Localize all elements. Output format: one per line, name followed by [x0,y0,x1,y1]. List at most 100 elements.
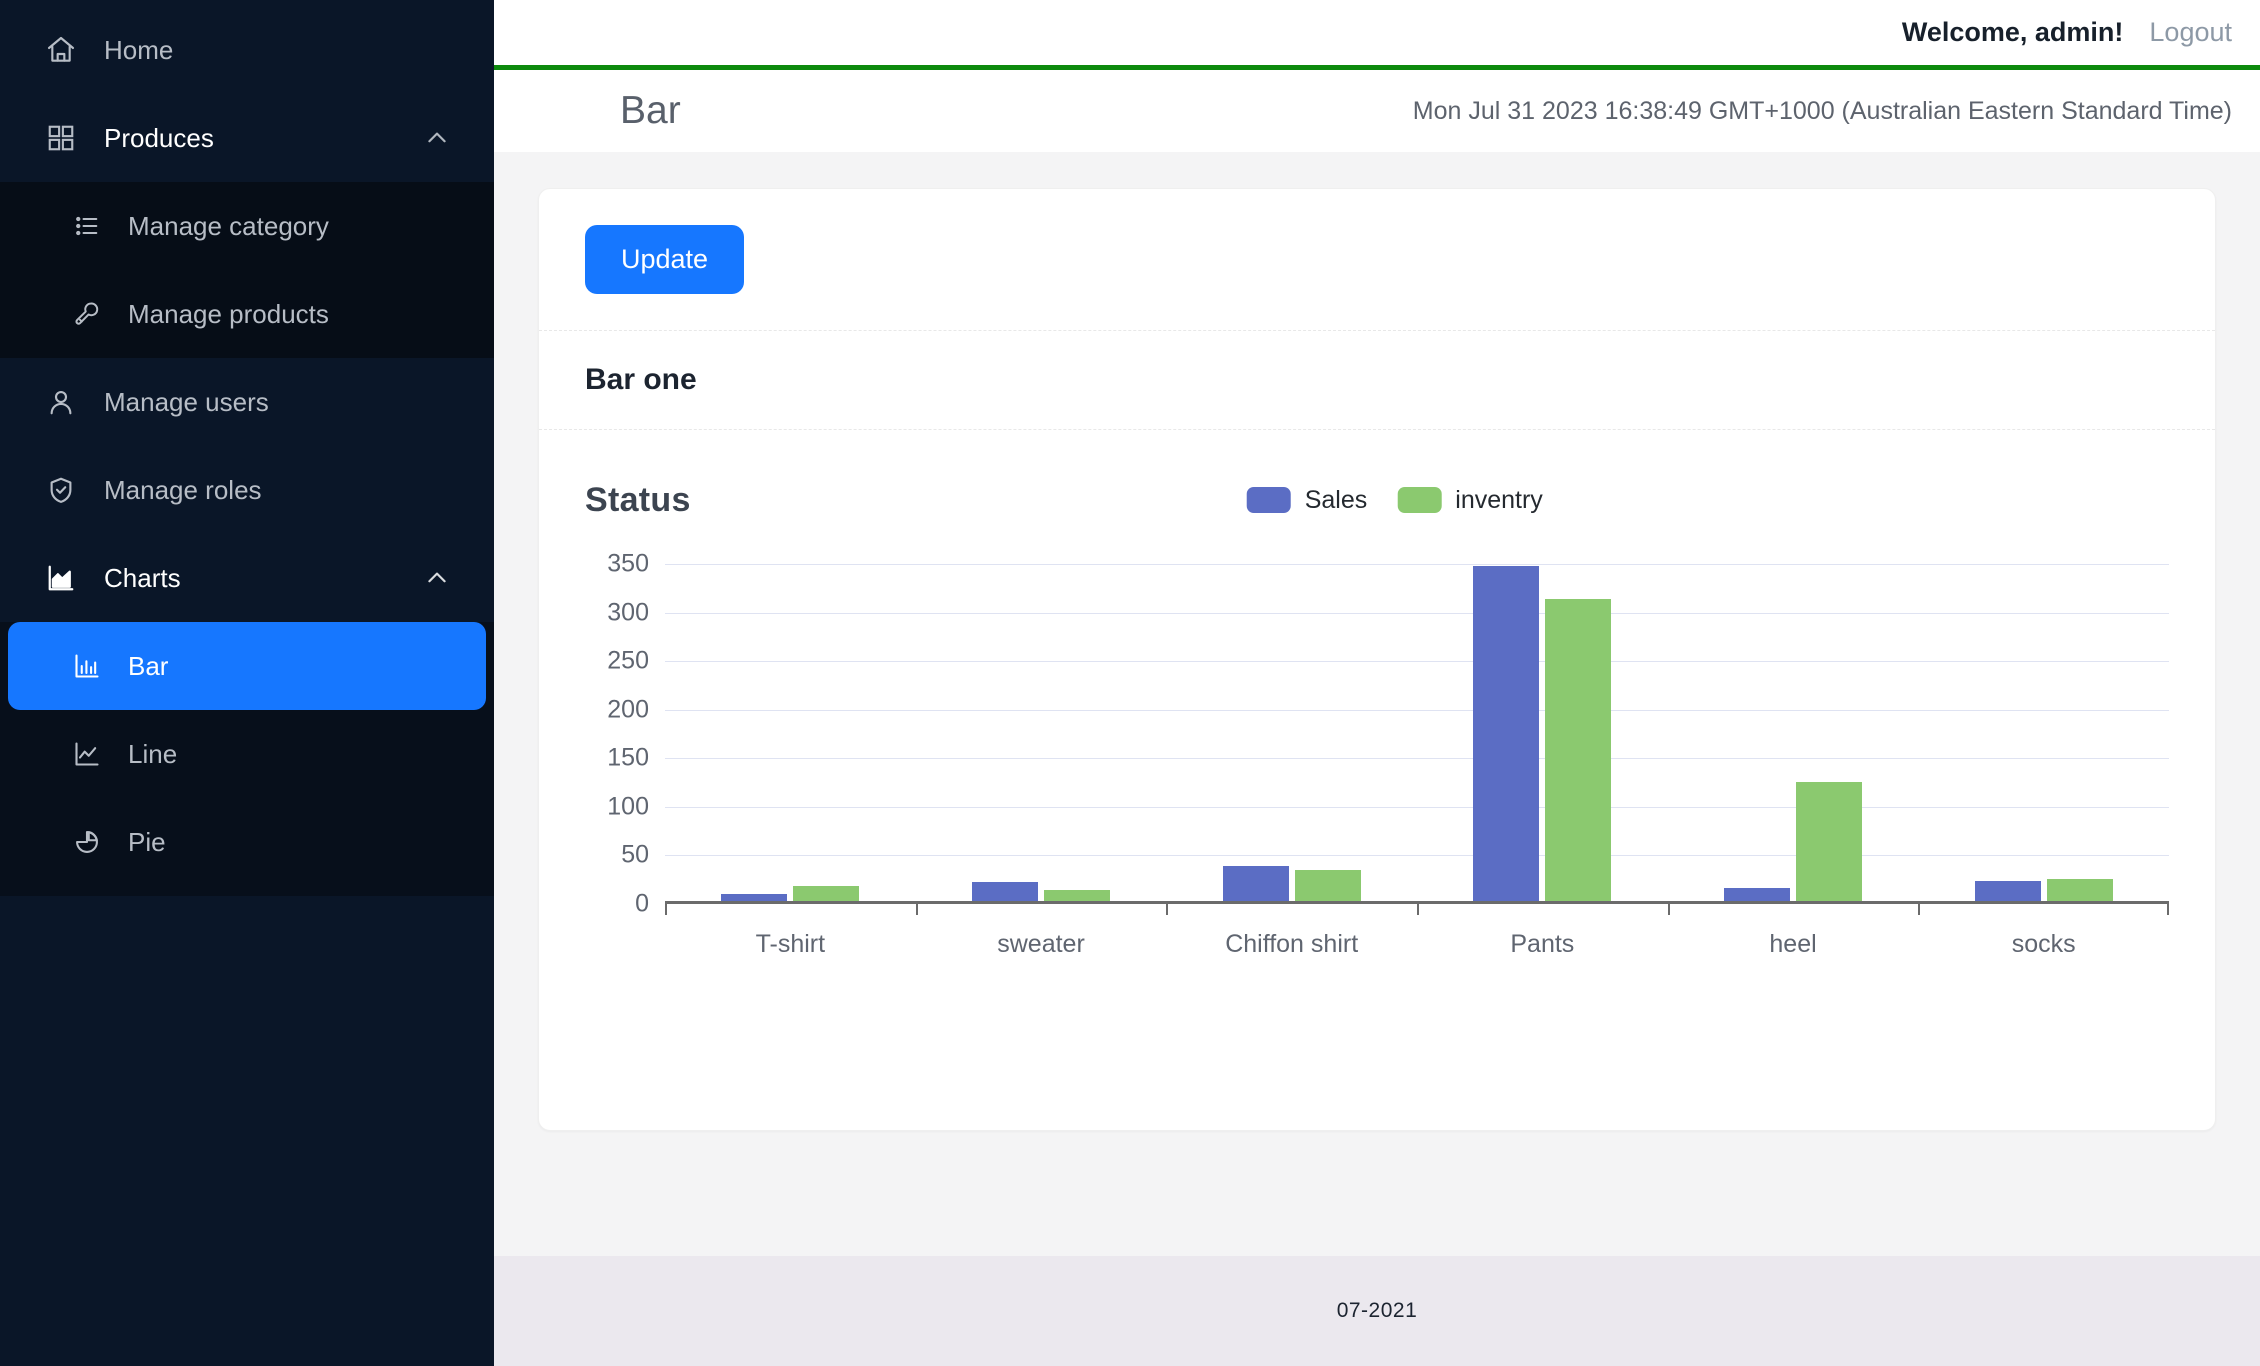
current-datetime: Mon Jul 31 2023 16:38:49 GMT+1000 (Austr… [1412,96,2232,125]
chevron-up-icon[interactable] [424,565,450,591]
wrench-icon [72,299,102,329]
chart-legend: Sales inventry [1246,485,1543,515]
bar[interactable] [1724,888,1791,901]
bar[interactable] [1044,890,1110,901]
sidebar-item-manage-category[interactable]: Manage category [8,182,486,270]
sidebar-item-home[interactable]: Home [0,6,494,94]
user-icon [44,385,78,419]
update-button[interactable]: Update [585,225,745,294]
y-axis-tick-label: 350 [607,549,649,578]
bar[interactable] [1294,869,1361,901]
x-axis-label: Pants [1510,930,1575,958]
sidebar-item-bar[interactable]: Bar [8,622,486,710]
welcome-text: Welcome, admin! [1901,17,2124,47]
submenu-charts: Bar Line Pie [0,622,494,896]
sidebar-item-line[interactable]: Line [8,710,486,798]
main-area: Welcome, admin! Logout Bar Mon Jul 31 20… [494,0,2260,1366]
legend-label: inventry [1455,485,1543,514]
legend-swatch [1246,487,1291,513]
page-header: Bar Mon Jul 31 2023 16:38:49 GMT+1000 (A… [494,70,2260,152]
plot-area [665,564,2170,915]
y-axis: 350 300 250 200 150 100 50 0 [585,550,665,918]
submenu-produces: Manage category Manage products [0,182,494,358]
sidebar-item-label: Home [104,34,174,65]
bar[interactable] [1974,880,2041,901]
x-axis-tick [1918,901,1921,915]
x-axis-label: Chiffon shirt [1225,930,1359,958]
chart-title: Status [585,480,691,519]
card-subtitle: Bar one [585,363,697,396]
bar-group [1918,564,2170,915]
page-title: Bar [620,89,681,132]
bar[interactable] [1473,565,1540,901]
pie-chart-icon [72,827,102,857]
card-toolbar: Update [539,189,2215,331]
y-axis-tick-label: 50 [621,840,649,869]
legend-label: Sales [1304,485,1368,514]
grid-icon [44,121,78,155]
footer-text: 07-2021 [1336,1299,1418,1322]
home-icon [44,33,78,67]
sidebar: Home Produces Manage category Manage pro… [0,0,494,1366]
x-axis-label: sweater [997,930,1085,958]
sidebar-filler [0,896,494,1366]
bar[interactable] [721,894,788,901]
y-axis-tick-label: 100 [607,792,649,821]
bar[interactable] [1222,866,1289,901]
legend-swatch [1397,487,1442,513]
bar[interactable] [1545,598,1612,901]
chevron-up-icon[interactable] [424,125,450,151]
x-axis-labels: T-shirt sweater Chiffon shirt Pants heel sock… [665,930,2169,959]
y-axis-tick-label: 0 [635,889,649,918]
sidebar-item-label: Manage category [128,210,329,241]
sidebar-item-label: Line [128,738,178,769]
legend-item[interactable]: inventry [1397,486,1543,515]
bar[interactable] [972,881,1038,901]
sidebar-item-label: Bar [128,650,169,681]
chart-header: Status Sales inventry [585,470,2169,530]
bar-group [1166,564,1417,915]
sidebar-item-label: Manage users [104,386,269,417]
area-chart-icon [44,561,78,595]
plot-wrapper: 350 300 250 200 150 100 50 0 [585,550,2170,918]
shield-check-icon [44,473,78,507]
sidebar-item-label: Pie [128,826,166,857]
sidebar-item-pie[interactable]: Pie [8,798,486,886]
sidebar-item-label: Manage products [128,298,329,329]
x-axis-tick [2167,901,2170,915]
bar-chart-icon [72,651,102,681]
bar[interactable] [1796,781,1863,901]
x-axis-label: socks [2011,930,2076,958]
footer: 07-2021 [494,1256,2260,1366]
x-axis-tick [1417,901,1420,915]
app-root: Home Produces Manage category Manage pro… [0,0,2260,1366]
sidebar-item-label: Produces [104,122,214,153]
card-subtitle-row: Bar one [539,331,2215,430]
x-axis-tick [665,901,667,915]
line-chart-icon [72,739,102,769]
content-area: Update Bar one Status Sales inventry 350 3… [494,152,2260,1256]
sidebar-item-manage-roles[interactable]: Manage roles [0,446,494,534]
bar-group [915,564,1167,915]
y-axis-tick-label: 150 [607,743,649,772]
bar-groups [665,564,2170,915]
sidebar-item-manage-products[interactable]: Manage products [8,270,486,358]
x-axis-tick [1166,901,1169,915]
legend-item[interactable]: Sales [1246,485,1368,515]
sidebar-item-label: Manage roles [104,474,262,505]
logout-link[interactable]: Logout [2149,17,2232,48]
x-axis-tick [1667,901,1670,915]
list-icon [72,211,102,241]
x-axis-label: T-shirt [755,930,826,958]
y-axis-tick-label: 300 [607,598,649,627]
bar-group [665,564,916,915]
sidebar-item-manage-users[interactable]: Manage users [0,358,494,446]
sidebar-group-charts[interactable]: Charts [0,534,494,622]
x-axis-label: heel [1769,930,1817,958]
bar-group [1417,564,1668,915]
bar[interactable] [2046,878,2113,901]
x-axis-tick [915,901,918,915]
y-axis-tick-label: 200 [607,695,649,724]
sidebar-group-produces[interactable]: Produces [0,94,494,182]
bar[interactable] [793,886,860,901]
